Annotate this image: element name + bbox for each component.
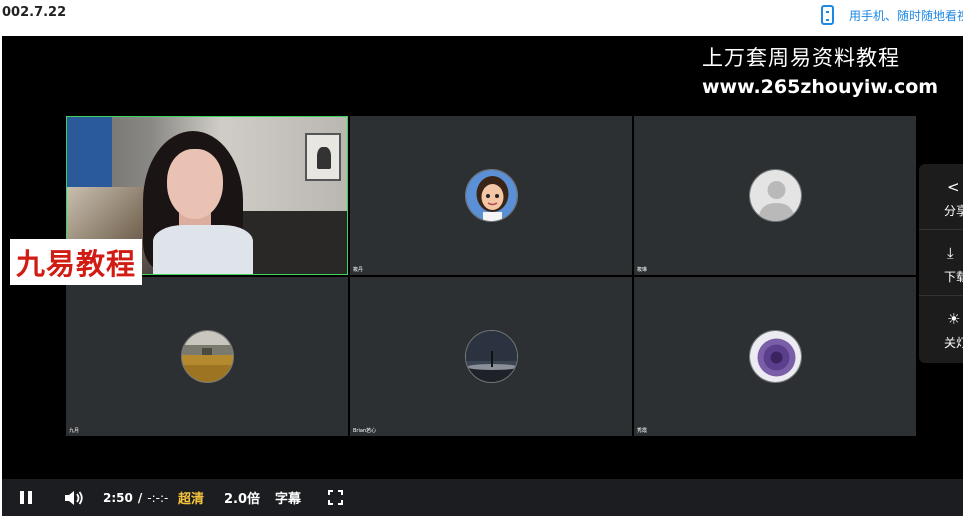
watch-on-mobile-link[interactable]: 用手机、随时随地看视频	[821, 4, 963, 26]
background-furniture	[237, 211, 347, 274]
share-button[interactable]: < 分享	[919, 164, 963, 230]
cartoon-girl-avatar	[465, 169, 518, 222]
side-panel: < 分享 ⤓ 下载 ☀ 关灯	[919, 164, 963, 363]
default-user-avatar	[749, 169, 802, 222]
video-player[interactable]: 上万套周易资料教程 www.265zhouyiw.com 筱丹 筱琳 九月 Br…	[2, 36, 963, 516]
time-separator: /	[137, 490, 143, 505]
participant-name: 筱琳	[637, 267, 648, 273]
download-icon: ⤓	[947, 244, 954, 262]
participant-tile: 筱琳	[634, 116, 916, 275]
participant-tile: 九月	[66, 277, 348, 436]
participant-tile: Brian若心	[350, 277, 632, 436]
top-bar: 002.7.22 用手机、随时随地看视频	[0, 0, 963, 36]
pause-icon-bar-left	[20, 491, 24, 504]
presenter-body	[153, 225, 253, 274]
participant-tile: 秀霞	[634, 277, 916, 436]
subtitles-button[interactable]: 字幕	[275, 479, 301, 516]
wall-poster	[305, 133, 341, 181]
pause-button[interactable]	[20, 479, 36, 516]
presenter-face	[167, 149, 223, 219]
quality-button[interactable]: 超清	[178, 479, 204, 516]
speed-button[interactable]: 2.0倍	[224, 479, 260, 516]
volume-icon	[65, 490, 83, 505]
meeting-grid: 筱丹 筱琳 九月 Brian若心 秀霞	[66, 116, 918, 436]
duration: -:-:-	[147, 490, 169, 505]
lights-off-label: 关灯	[944, 336, 963, 350]
background-curtain	[67, 117, 112, 197]
lightbulb-icon: ☀	[947, 310, 961, 328]
download-label: 下载	[944, 270, 963, 284]
volume-button[interactable]	[64, 479, 84, 516]
night-sky-avatar	[465, 330, 518, 383]
participant-name: 九月	[69, 428, 80, 434]
lights-off-button[interactable]: ☀ 关灯	[919, 296, 963, 362]
participant-name: Brian若心	[353, 428, 377, 434]
fullscreen-button[interactable]	[328, 479, 343, 516]
watermark-title: 上万套周易资料教程	[702, 46, 900, 70]
field-avatar	[181, 330, 234, 383]
phone-icon	[821, 5, 834, 25]
share-icon: <	[947, 178, 960, 196]
video-title: 002.7.22	[2, 5, 67, 20]
participant-name: 秀霞	[637, 428, 648, 434]
purple-flower-avatar	[749, 330, 802, 383]
player-controls: 2:50 / -:-:- 超清 2.0倍 字幕	[2, 479, 963, 516]
share-label: 分享	[944, 204, 963, 218]
pause-icon-bar-right	[28, 491, 32, 504]
time-display: 2:50 / -:-:-	[103, 479, 168, 516]
channel-logo: 九易教程	[10, 239, 143, 285]
current-time: 2:50	[103, 490, 133, 505]
watermark-url: www.265zhouyiw.com	[702, 76, 939, 98]
fullscreen-icon	[328, 490, 343, 505]
participant-tile: 筱丹	[350, 116, 632, 275]
download-button[interactable]: ⤓ 下载	[919, 230, 963, 296]
participant-name: 筱丹	[353, 267, 364, 273]
watch-on-mobile-label: 用手机、随时随地看视频	[849, 8, 963, 23]
